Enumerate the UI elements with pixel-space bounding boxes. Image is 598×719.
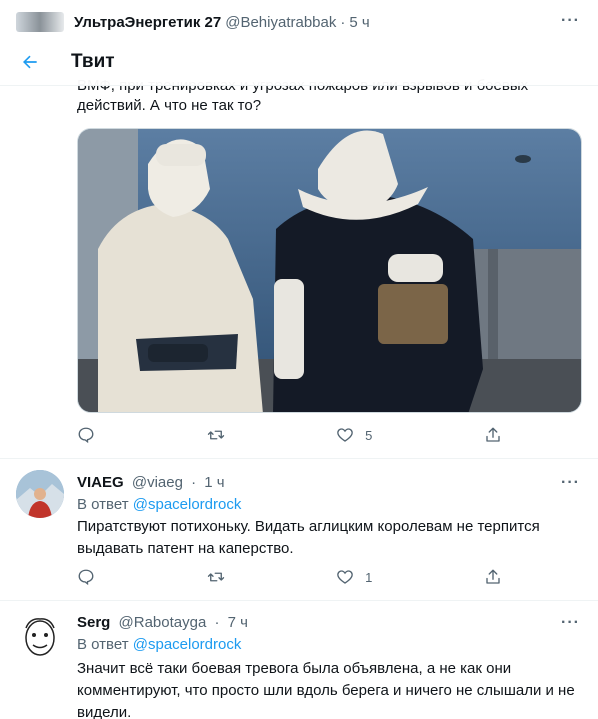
tweet-actions: 1 (77, 568, 502, 586)
avatar-image (16, 470, 64, 518)
reply-icon (78, 427, 94, 444)
share-button[interactable] (484, 568, 502, 586)
retweet-button[interactable] (207, 426, 225, 444)
tweet-text-line: видели. (77, 704, 132, 719)
author-name[interactable]: Serg (77, 614, 110, 631)
more-options-icon[interactable]: ··· (561, 474, 580, 492)
back-button[interactable] (13, 45, 47, 79)
share-icon (486, 569, 500, 584)
tweet-time[interactable]: 1 ч (204, 474, 224, 491)
author-name[interactable]: VIAEG (77, 474, 124, 491)
tweet-actions: 5 (77, 426, 502, 444)
separator-dot: · (191, 474, 197, 491)
replying-prefix: В ответ (77, 496, 129, 513)
retweet-icon (207, 430, 224, 440)
tweet-text-line: Значит всё таки боевая тревога была объя… (77, 660, 512, 677)
more-options-icon[interactable]: ··· (561, 12, 580, 30)
reply-button[interactable] (77, 568, 95, 586)
author-handle[interactable]: @Behiyatrabbak (225, 14, 336, 31)
like-button[interactable]: 5 (336, 426, 372, 444)
tweet-time[interactable]: 7 ч (228, 614, 248, 631)
avatar-image (16, 612, 64, 660)
mention-link[interactable]: @spacelordrock (133, 636, 242, 653)
reply-tweet[interactable]: Serg @Rabotayga · 7 ч ··· В ответ @space… (0, 600, 598, 719)
separator-dot: · (340, 13, 346, 31)
retweet-icon (207, 572, 224, 582)
tweet-photo[interactable] (77, 128, 582, 413)
heart-icon (337, 428, 353, 442)
author-handle[interactable]: @viaeg (132, 474, 183, 491)
like-count: 5 (365, 427, 373, 443)
author-handle[interactable]: @Rabotayga (119, 614, 207, 631)
share-button[interactable] (484, 426, 502, 444)
tweet-text-line: выдавать патент на каперство. (77, 540, 294, 557)
page-title: Твит (71, 50, 115, 72)
author-name[interactable]: УльтраЭнергетик 27 (74, 14, 221, 31)
share-icon (486, 427, 500, 442)
replying-to: В ответ @spacelordrock (77, 496, 241, 513)
page-header: Твит (0, 38, 598, 86)
replying-to: В ответ @spacelordrock (77, 636, 241, 653)
avatar[interactable] (16, 12, 64, 32)
reply-icon (78, 569, 94, 586)
reply-button[interactable] (77, 426, 95, 444)
separator-dot: · (214, 614, 220, 631)
tweet-text: Значит всё таки боевая тревога была объя… (77, 658, 582, 719)
tweet-time[interactable]: 5 ч (349, 14, 369, 31)
photo-image (78, 129, 581, 412)
arrow-left-icon (23, 55, 37, 68)
heart-icon (337, 570, 353, 584)
tweet-text: Пиратствуют потихоньку. Видать аглицким … (77, 516, 582, 560)
retweet-button[interactable] (207, 568, 225, 586)
tweet-text-line: комментируют, что просто шли вдоль берег… (77, 682, 575, 699)
more-options-icon[interactable]: ··· (561, 614, 580, 632)
like-count: 1 (365, 569, 373, 585)
replying-prefix: В ответ (77, 636, 129, 653)
mention-link[interactable]: @spacelordrock (133, 496, 242, 513)
reply-tweet[interactable]: VIAEG @viaeg · 1 ч ··· В ответ @spacelor… (0, 458, 598, 600)
avatar[interactable] (16, 612, 64, 660)
tweet-text-line: действий. А что не так то? (77, 97, 262, 114)
avatar[interactable] (16, 470, 64, 518)
tweet-text-line: Пиратствуют потихоньку. Видать аглицким … (77, 518, 540, 535)
like-button[interactable]: 1 (336, 568, 372, 586)
